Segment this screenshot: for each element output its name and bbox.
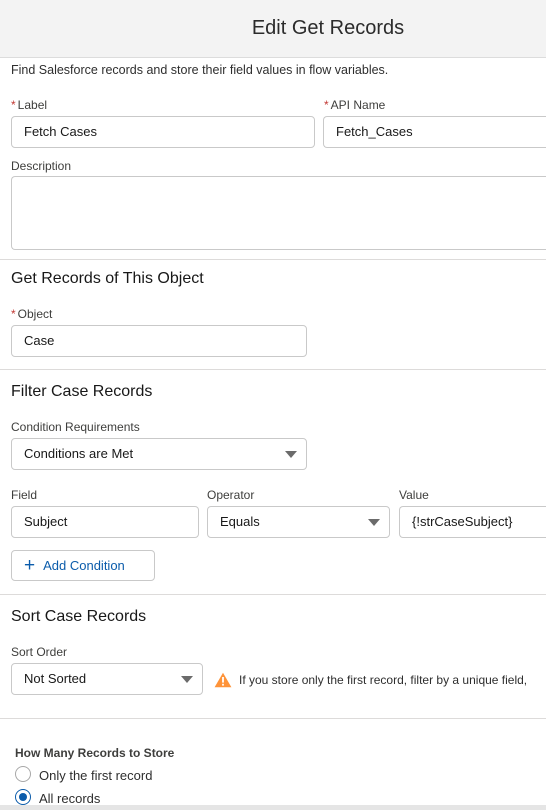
condition-requirements-value: Conditions are Met — [24, 446, 134, 461]
description-textarea[interactable] — [11, 176, 546, 250]
chevron-down-icon — [368, 519, 380, 526]
value-column-header: Value — [399, 488, 429, 502]
required-marker: * — [11, 307, 16, 321]
condition-operator-value: Equals — [220, 514, 260, 529]
condition-field-input[interactable]: Subject — [11, 506, 199, 538]
modal-title: Edit Get Records — [251, 17, 405, 39]
sort-order-label: Sort Order — [11, 645, 68, 659]
description-label: Description — [11, 159, 72, 173]
plus-icon: + — [24, 555, 36, 576]
label-input[interactable]: Fetch Cases — [11, 116, 315, 148]
condition-operator-select[interactable]: Equals — [207, 506, 390, 538]
operator-column-header: Operator — [207, 488, 255, 502]
filter-section-title: Filter Case Records — [11, 383, 153, 400]
required-marker: * — [324, 98, 329, 112]
api-name-input[interactable]: Fetch_Cases — [323, 116, 546, 148]
radio-only-first-record[interactable] — [15, 766, 31, 782]
add-condition-label: Add Condition — [43, 558, 125, 573]
sort-order-value: Not Sorted — [24, 671, 87, 686]
required-marker: * — [11, 98, 16, 112]
add-condition-button[interactable]: + Add Condition — [11, 550, 155, 581]
radio-all-records[interactable] — [15, 789, 31, 805]
object-field-label: * Object — [11, 307, 53, 321]
section-divider — [0, 259, 546, 260]
chevron-down-icon — [285, 451, 297, 458]
section-divider — [0, 594, 546, 595]
records-to-store-label: How Many Records to Store — [15, 746, 175, 760]
footer-edge — [0, 805, 546, 810]
warning-icon — [214, 672, 232, 688]
condition-value-input[interactable]: {!strCaseSubject} — [399, 506, 546, 538]
sort-section-title: Sort Case Records — [11, 608, 147, 625]
condition-requirements-select[interactable]: Conditions are Met — [11, 438, 307, 470]
chevron-down-icon — [181, 676, 193, 683]
sort-order-select[interactable]: Not Sorted — [11, 663, 203, 695]
radio-label-all-records: All records — [39, 791, 101, 806]
section-divider — [0, 369, 546, 370]
radio-label-only-first-record: Only the first record — [39, 768, 153, 783]
intro-text: Find Salesforce records and store their … — [11, 63, 389, 77]
object-input[interactable]: Case — [11, 325, 307, 357]
condition-requirements-label: Condition Requirements — [11, 420, 140, 434]
object-section-title: Get Records of This Object — [11, 270, 204, 287]
sort-warning-text: If you store only the first record, filt… — [239, 673, 528, 687]
api-name-field-label: * API Name — [324, 98, 386, 112]
section-divider — [0, 718, 546, 719]
field-column-header: Field — [11, 488, 38, 502]
label-field-label: * Label — [11, 98, 48, 112]
